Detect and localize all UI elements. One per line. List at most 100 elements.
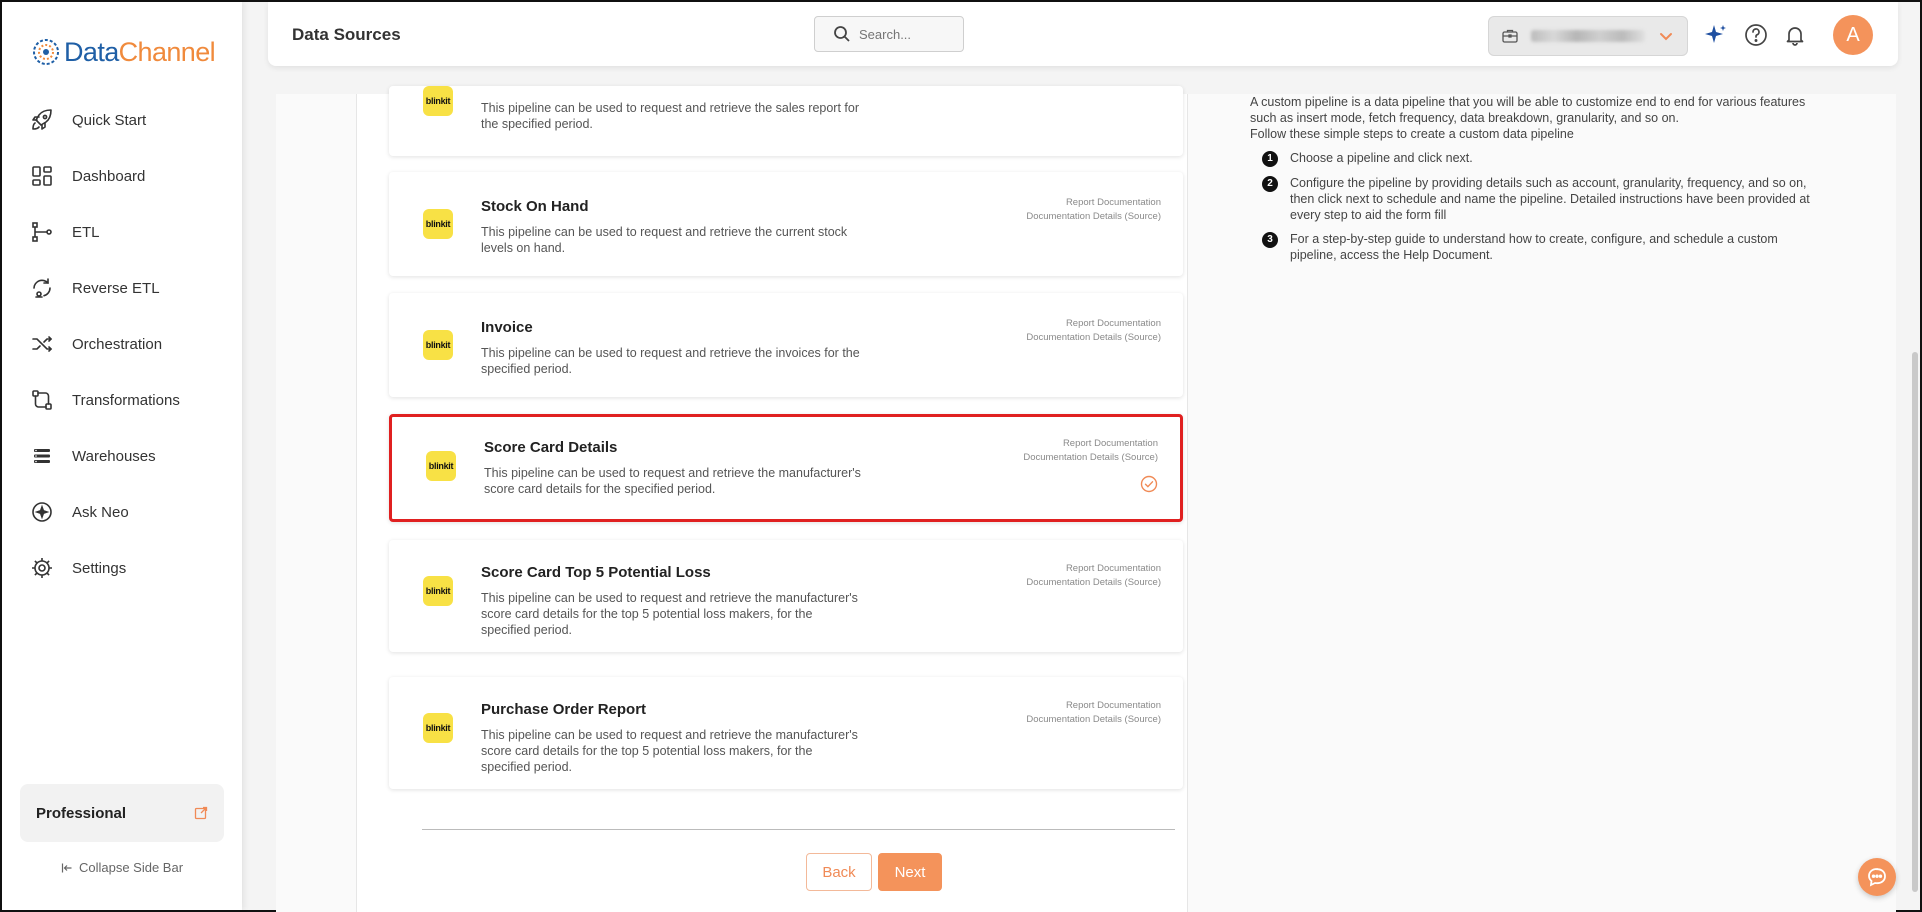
sidebar-item-dashboard[interactable]: Dashboard	[2, 148, 242, 204]
sidebar-item-reverse-etl[interactable]: Reverse ETL	[2, 260, 242, 316]
sidebar-item-label: Quick Start	[72, 111, 147, 129]
briefcase-icon	[1502, 29, 1518, 43]
step-text: For a step-by-step guide to understand h…	[1290, 232, 1778, 262]
sidebar-item-label: ETL	[72, 223, 100, 241]
help-icon[interactable]	[1743, 22, 1769, 48]
card-links: Report Documentation Documentation Detai…	[1026, 562, 1161, 590]
top-header: Data Sources A	[268, 2, 1898, 66]
card-title: Stock On Hand	[481, 198, 589, 215]
orchestration-icon	[32, 336, 53, 352]
ask-neo-icon	[32, 502, 52, 522]
sidebar-item-label: Reverse ETL	[72, 279, 160, 297]
sidebar: DataChannel Quick Start Dashboard ETL Re…	[2, 2, 242, 910]
report-documentation-link[interactable]: Report Documentation	[1026, 562, 1161, 576]
step-number: 3	[1262, 232, 1278, 248]
sparkle-ai-icon[interactable]	[1703, 22, 1729, 48]
card-title: Invoice	[481, 319, 533, 336]
step-number: 1	[1262, 151, 1278, 167]
card-description: This pipeline can be used to request and…	[481, 591, 858, 637]
sidebar-item-warehouses[interactable]: Warehouses	[2, 428, 242, 484]
collapse-sidebar-button[interactable]: Collapse Side Bar	[2, 860, 242, 875]
transformations-icon	[32, 390, 52, 410]
step-number: 2	[1262, 176, 1278, 192]
report-documentation-link[interactable]: Report Documentation	[1026, 699, 1161, 713]
info-step: 3 For a step-by-step guide to understand…	[1250, 231, 1810, 263]
back-button[interactable]: Back	[806, 853, 872, 891]
pipeline-card-invoice[interactable]: blinkit Invoice This pipeline can be use…	[389, 293, 1183, 397]
step-text: Configure the pipeline by providing deta…	[1290, 176, 1810, 222]
documentation-details-link[interactable]: Documentation Details (Source)	[1026, 576, 1161, 590]
sidebar-item-label: Dashboard	[72, 167, 146, 185]
brand-name: DataChannel	[64, 36, 216, 67]
search-input[interactable]	[859, 26, 949, 42]
card-description: This pipeline can be used to request and…	[481, 728, 858, 774]
collapse-label: Collapse Side Bar	[78, 860, 184, 875]
report-documentation-link[interactable]: Report Documentation	[1026, 196, 1161, 210]
card-description: This pipeline can be used to request and…	[481, 225, 848, 255]
account-name-redacted	[1531, 30, 1645, 42]
blinkit-logo: blinkit	[423, 86, 453, 116]
card-links: Report Documentation Documentation Detai…	[1026, 699, 1161, 727]
pipeline-card-stock-on-hand[interactable]: blinkit Stock On Hand This pipeline can …	[389, 172, 1183, 276]
card-title: Score Card Details	[484, 439, 618, 456]
sidebar-item-label: Settings	[72, 559, 127, 577]
footer-divider	[422, 829, 1175, 830]
documentation-details-link[interactable]: Documentation Details (Source)	[1026, 331, 1161, 345]
documentation-details-link[interactable]: Documentation Details (Source)	[1026, 713, 1161, 727]
plan-label: Professional	[36, 804, 127, 822]
pipeline-card-sales[interactable]: blinkit This pipeline can be used to req…	[389, 86, 1183, 156]
blinkit-logo: blinkit	[423, 576, 453, 606]
report-documentation-link[interactable]: Report Documentation	[1023, 437, 1158, 451]
card-title: Purchase Order Report	[481, 701, 647, 718]
datachannel-logo[interactable]: DataChannel	[30, 34, 216, 70]
documentation-details-link[interactable]: Documentation Details (Source)	[1023, 451, 1158, 465]
pipeline-card-score-card-top5[interactable]: blinkit Score Card Top 5 Potential Loss …	[389, 540, 1183, 652]
blinkit-logo: blinkit	[423, 209, 453, 239]
sidebar-item-ask-neo[interactable]: Ask Neo	[2, 484, 242, 540]
search-icon	[834, 26, 850, 42]
sidebar-item-settings[interactable]: Settings	[2, 540, 242, 596]
account-selector[interactable]	[1488, 16, 1688, 56]
search-box[interactable]	[814, 16, 964, 52]
custom-pipeline-info: A custom pipeline is a data pipeline tha…	[1250, 94, 1810, 263]
etl-icon	[32, 222, 52, 242]
sidebar-item-orchestration[interactable]: Orchestration	[2, 316, 242, 372]
info-step: 1 Choose a pipeline and click next.	[1250, 150, 1810, 167]
sidebar-item-label: Ask Neo	[72, 503, 129, 521]
warehouses-icon	[34, 449, 50, 463]
info-follow: Follow these simple steps to create a cu…	[1250, 127, 1574, 141]
collapse-arrow-icon	[61, 863, 72, 872]
selected-check-icon	[1140, 475, 1158, 493]
sidebar-item-transformations[interactable]: Transformations	[2, 372, 242, 428]
info-step: 2 Configure the pipeline by providing de…	[1250, 175, 1810, 223]
sidebar-item-label: Orchestration	[72, 335, 163, 353]
card-description: This pipeline can be used to request and…	[484, 466, 861, 496]
card-links: Report Documentation Documentation Detai…	[1026, 317, 1161, 345]
chat-icon	[1868, 868, 1886, 887]
page-title: Data Sources	[292, 25, 401, 44]
step-text: Choose a pipeline and click next.	[1290, 151, 1473, 165]
sidebar-item-etl[interactable]: ETL	[2, 204, 242, 260]
pipeline-card-purchase-order[interactable]: blinkit Purchase Order Report This pipel…	[389, 677, 1183, 789]
blinkit-logo: blinkit	[426, 451, 456, 481]
pipeline-list: blinkit This pipeline can be used to req…	[356, 86, 1188, 912]
sidebar-item-label: Warehouses	[72, 447, 156, 465]
report-documentation-link[interactable]: Report Documentation	[1026, 317, 1161, 331]
pipeline-card-score-card-details[interactable]: blinkit Score Card Details This pipeline…	[389, 414, 1183, 522]
chevron-down-icon	[1660, 33, 1672, 41]
card-description: This pipeline can be used to request and…	[481, 101, 859, 131]
bell-icon[interactable]	[1782, 22, 1808, 48]
page-scrollbar[interactable]	[1912, 352, 1918, 892]
sidebar-item-label: Transformations	[72, 391, 180, 409]
external-link-icon[interactable]	[194, 806, 208, 820]
blinkit-logo: blinkit	[423, 330, 453, 360]
user-avatar[interactable]: A	[1833, 15, 1873, 55]
plan-card[interactable]: Professional	[20, 784, 224, 842]
next-button[interactable]: Next	[878, 853, 942, 891]
chat-support-button[interactable]	[1858, 858, 1896, 896]
sidebar-item-quick-start[interactable]: Quick Start	[2, 92, 242, 148]
documentation-details-link[interactable]: Documentation Details (Source)	[1026, 210, 1161, 224]
card-links: Report Documentation Documentation Detai…	[1026, 196, 1161, 224]
sidebar-nav: Quick Start Dashboard ETL Reverse ETL Or…	[2, 92, 242, 596]
card-links: Report Documentation Documentation Detai…	[1023, 437, 1158, 465]
